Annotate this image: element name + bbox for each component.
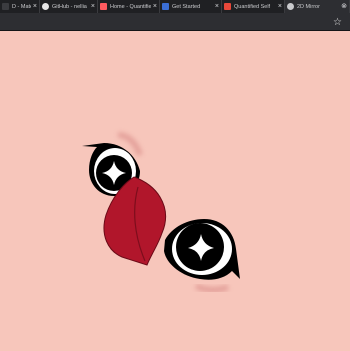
tab-label: GitHub - nellia — [52, 3, 87, 10]
quantified-icon — [100, 3, 107, 10]
tab-label: Home - Quantified — [110, 3, 151, 10]
close-icon[interactable]: × — [33, 3, 37, 10]
browser-toolbar: ☆ — [0, 13, 350, 31]
close-icon[interactable]: × — [278, 3, 282, 10]
tab-materialize[interactable]: D - Materialize × — [0, 0, 40, 13]
tab-label: D - Materialize — [12, 3, 31, 10]
tab-home-quantified[interactable]: Home - Quantified × — [98, 0, 160, 13]
close-icon[interactable]: × — [153, 3, 157, 10]
tab-get-started[interactable]: Get Started × — [160, 0, 222, 13]
tab-github[interactable]: GitHub - nellia × — [40, 0, 98, 13]
tab-label: Get Started — [172, 3, 201, 10]
close-icon[interactable]: × — [91, 3, 95, 10]
tab-quantified-self[interactable]: Quantified Self × — [222, 0, 285, 13]
materialize-icon — [2, 3, 9, 10]
docs-icon — [162, 3, 169, 10]
globe-icon — [287, 3, 294, 10]
tab-label: Quantified Self — [234, 3, 271, 10]
star-icon[interactable]: ☆ — [333, 14, 342, 31]
close-icon[interactable]: × — [215, 3, 219, 10]
face-illustration — [82, 132, 240, 293]
close-icon[interactable]: ⊗ — [341, 3, 347, 10]
tab-2d-mirror[interactable]: 2D Mirror ⊗ — [285, 0, 350, 13]
eye-shadow — [194, 283, 230, 293]
quantified-self-icon — [224, 3, 231, 10]
right-eye — [164, 219, 240, 293]
tab-bar: D - Materialize × GitHub - nellia × Home… — [0, 0, 350, 13]
tab-label: 2D Mirror — [297, 3, 320, 10]
github-icon — [42, 3, 49, 10]
